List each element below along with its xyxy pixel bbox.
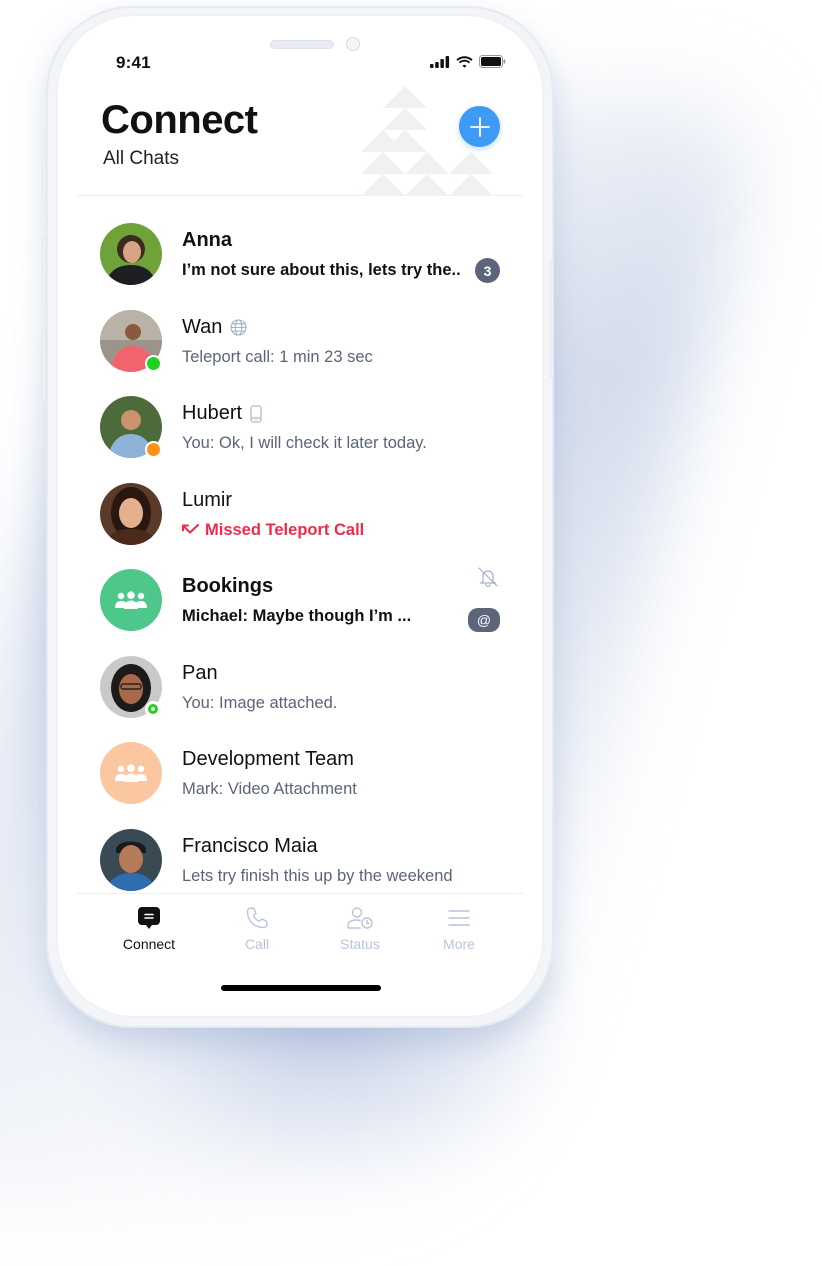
chat-name: Wan <box>182 316 247 339</box>
avatar <box>100 482 162 545</box>
presence-away-dot <box>145 441 162 458</box>
header: Connect All Chats <box>76 86 524 196</box>
chat-last-message: Teleport call: 1 min 23 sec <box>182 347 373 366</box>
avatar-photo-anna <box>100 223 162 285</box>
chat-name: Pan <box>182 661 218 684</box>
wifi-icon <box>456 55 473 68</box>
chat-name: Francisco Maia <box>182 834 318 857</box>
mobile-phone-icon <box>250 404 262 423</box>
bottom-tab-bar: Connect Call Status More <box>76 893 524 963</box>
chat-last-message: Lets try finish this up by the weekend <box>182 866 453 885</box>
chat-item[interactable]: Anna I’m not sure about this, lets try t… <box>76 221 524 308</box>
status-time: 9:41 <box>116 53 151 72</box>
tab-status[interactable]: Status <box>315 906 405 952</box>
new-chat-button[interactable] <box>459 106 500 147</box>
chat-last-message: Missed Teleport Call <box>182 521 364 540</box>
mention-badge: @ <box>468 608 500 632</box>
chat-bubble-icon <box>138 907 160 929</box>
tab-label: More <box>443 936 475 952</box>
chat-list: Anna I’m not sure about this, lets try t… <box>76 221 524 913</box>
page-title: Connect <box>101 98 258 142</box>
phone-icon <box>246 907 268 929</box>
volume-up-button <box>42 236 46 306</box>
chat-name: Development Team <box>182 748 354 770</box>
group-icon <box>115 591 147 609</box>
avatar <box>100 828 162 891</box>
chat-name: Lumir <box>182 488 233 511</box>
chat-last-message: You: Image attached. <box>182 693 338 712</box>
tab-label: Status <box>340 936 380 952</box>
plus-icon <box>469 116 490 137</box>
chat-name: Bookings <box>182 575 274 597</box>
status-bar: 9:41 <box>76 50 524 74</box>
tab-label: Call <box>244 936 270 952</box>
chat-item[interactable]: Bookings Michael: Maybe though I’m ... @ <box>76 567 524 654</box>
chat-item[interactable]: Development Team Mark: Video Attachment <box>76 740 524 827</box>
globe-icon <box>230 318 247 336</box>
front-camera <box>346 37 360 51</box>
muted-bell-icon <box>478 567 498 587</box>
app-screen: 9:41 Connect All Chats Anna I’m not sure… <box>76 26 524 1006</box>
presence-online-ring <box>145 700 162 718</box>
tab-more[interactable]: More <box>414 906 504 952</box>
avatar <box>100 569 162 631</box>
chat-last-message: You: Ok, I will check it later today. <box>182 434 427 452</box>
avatar <box>100 655 162 718</box>
group-avatar <box>100 742 162 804</box>
avatar <box>100 223 162 285</box>
tab-call[interactable]: Call <box>212 906 302 952</box>
tab-label: Connect <box>122 936 176 952</box>
user-clock-icon <box>347 907 373 929</box>
tab-connect[interactable]: Connect <box>104 906 194 952</box>
chat-last-message: Mark: Video Attachment <box>182 780 357 798</box>
chat-last-message: Michael: Maybe though I’m ... <box>182 607 412 625</box>
chat-item[interactable]: Hubert You: Ok, I will check it later to… <box>76 394 524 481</box>
mute-switch <box>42 162 46 198</box>
group-icon <box>115 764 147 782</box>
avatar-photo-lumir <box>100 482 162 545</box>
chat-item[interactable]: Lumir Missed Teleport Call <box>76 481 524 568</box>
speaker-grille <box>270 40 334 49</box>
presence-online-dot <box>145 354 162 372</box>
avatar <box>100 309 162 372</box>
avatar-photo-francisco <box>100 828 162 891</box>
group-avatar <box>100 569 162 631</box>
signal-icon <box>430 55 450 68</box>
volume-down-button <box>42 330 46 402</box>
avatar <box>100 396 162 458</box>
chat-item[interactable]: Pan You: Image attached. <box>76 654 524 741</box>
device-mockup: 9:41 Connect All Chats Anna I’m not sure… <box>0 0 822 1266</box>
chat-item[interactable]: Wan Teleport call: 1 min 23 sec <box>76 308 524 395</box>
unread-count-badge: 3 <box>475 258 500 283</box>
chat-name: Anna <box>182 229 232 251</box>
chat-last-message: I’m not sure about this, lets try the.. <box>182 261 461 279</box>
power-button <box>550 260 554 378</box>
home-indicator[interactable] <box>221 985 381 991</box>
chat-name: Hubert <box>182 402 262 425</box>
chat-filter-label[interactable]: All Chats <box>103 148 179 170</box>
menu-icon <box>448 910 470 926</box>
missed-call-icon <box>182 524 199 534</box>
battery-icon <box>479 55 506 68</box>
avatar <box>100 742 162 804</box>
